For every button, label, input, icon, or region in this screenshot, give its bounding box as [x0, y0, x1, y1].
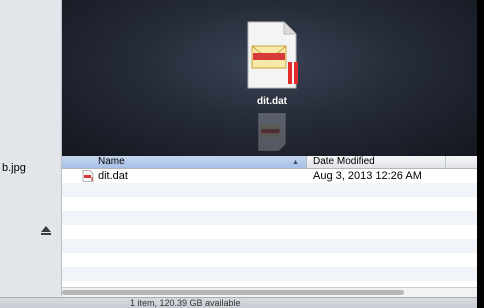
preview-reflection	[258, 113, 286, 151]
eject-icon[interactable]	[40, 224, 52, 236]
file-date-modified: Aug 3, 2013 12:26 AM	[313, 170, 422, 182]
status-text: 1 item, 120.39 GB available	[130, 298, 241, 308]
column-header-date-modified[interactable]: Date Modified	[307, 156, 446, 168]
sidebar: b.jpg	[0, 0, 62, 296]
winmail-dat-file-icon	[247, 21, 298, 89]
sidebar-item-label: b.jpg	[2, 162, 26, 174]
dat-file-icon	[82, 170, 94, 182]
preview-filename: dit.dat	[257, 96, 287, 107]
finder-window: b.jpg dit.dat Name ▲ Date Modified dit.d…	[0, 0, 477, 308]
sidebar-item-file[interactable]: b.jpg	[2, 162, 63, 174]
column-header-label: Name	[98, 156, 125, 167]
status-bar: 1 item, 120.39 GB available	[0, 297, 477, 308]
list-item[interactable]: dit.dat Aug 3, 2013 12:26 AM	[62, 169, 477, 183]
list-header: Name ▲ Date Modified	[62, 156, 477, 169]
column-header-name[interactable]: Name ▲	[62, 156, 307, 168]
file-name: dit.dat	[98, 170, 128, 182]
sort-ascending-icon: ▲	[292, 159, 299, 166]
file-list: dit.dat Aug 3, 2013 12:26 AM	[62, 169, 477, 287]
quick-look-preview: dit.dat	[62, 0, 477, 156]
column-header-label: Date Modified	[313, 156, 375, 167]
scrollbar-thumb[interactable]	[62, 290, 404, 295]
horizontal-scrollbar[interactable]	[62, 287, 477, 297]
